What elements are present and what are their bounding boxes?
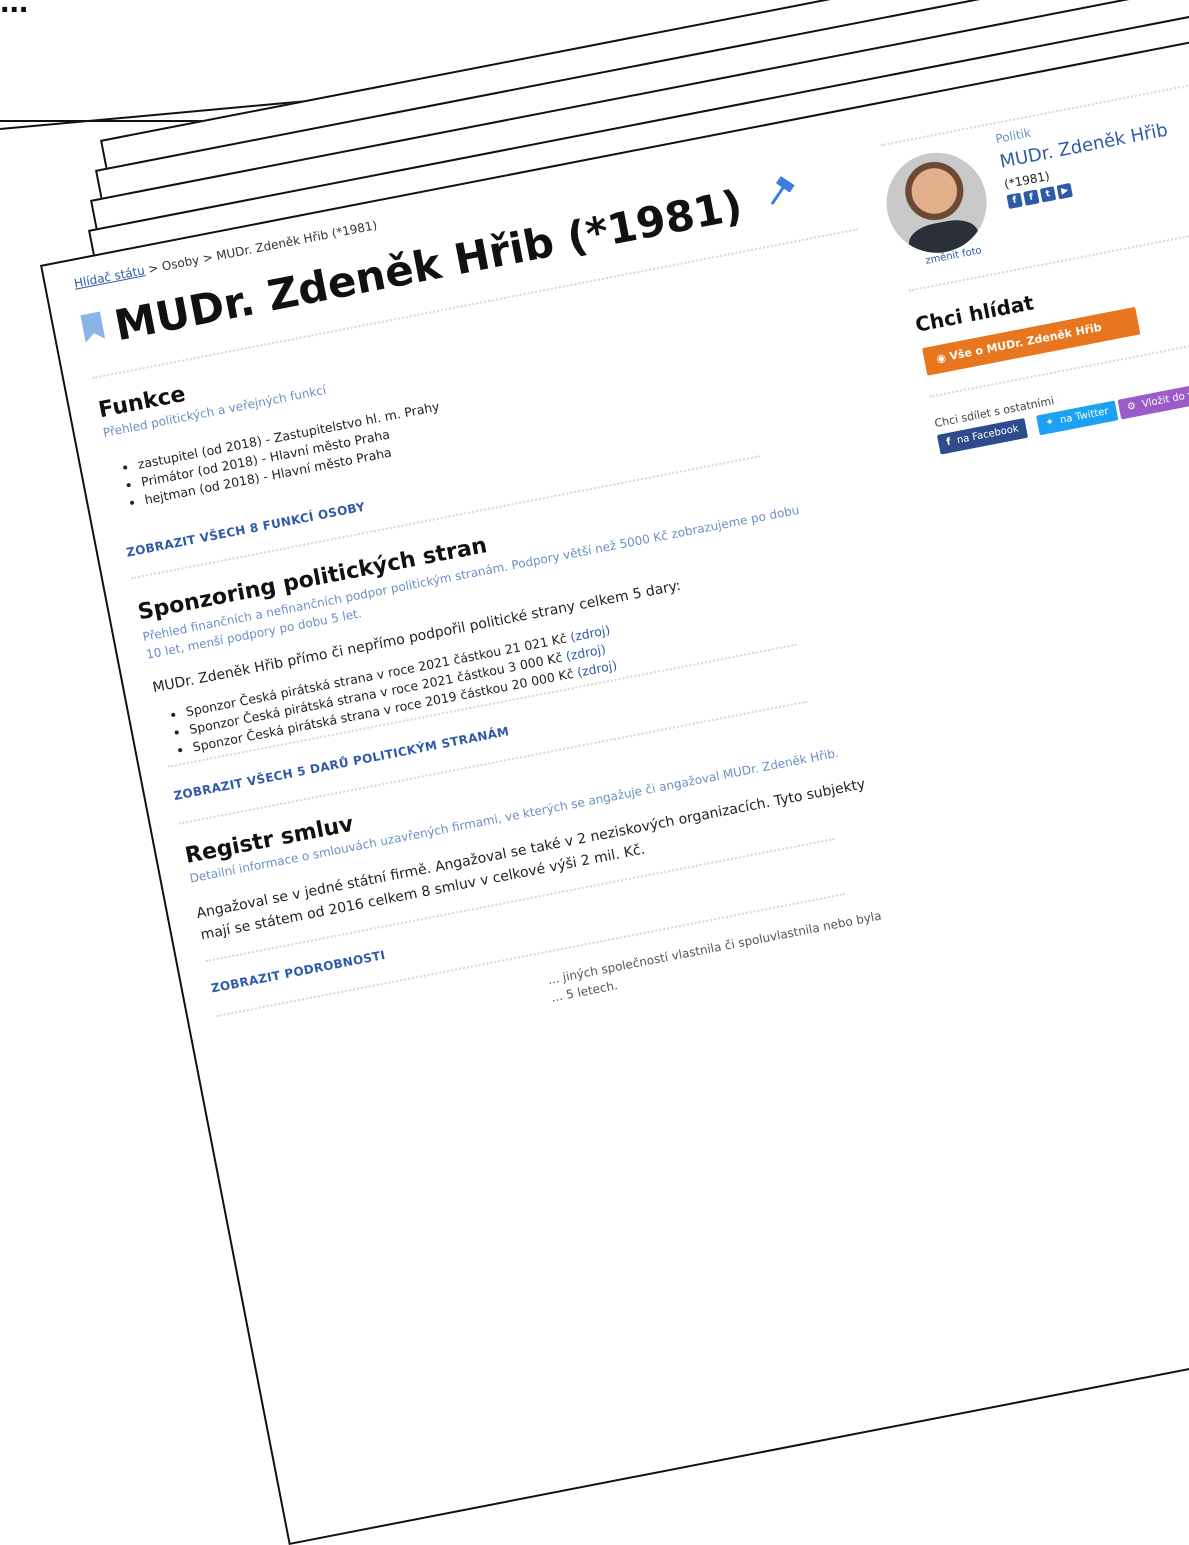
embed-button[interactable]: ⚙ Vložit do vlastní stránky: [1117, 371, 1189, 420]
youtube-icon[interactable]: ▶: [1056, 182, 1073, 200]
share-twitter-label: na Twitter: [1059, 405, 1110, 427]
gavel-icon: [762, 164, 801, 218]
facebook-icon[interactable]: f: [1023, 189, 1040, 206]
top-heading: ...: [0, 0, 29, 20]
embed-icon: ⚙: [1126, 400, 1138, 414]
embed-label: Vložit do vlastní stránky: [1141, 376, 1189, 411]
registr-summary-1: Angažoval se v jedné státní firmě. Angaž…: [195, 776, 867, 922]
breadcrumb-home-link[interactable]: Hlídač státu: [73, 263, 146, 290]
bookmark-icon[interactable]: [80, 311, 105, 342]
politician-role: Politik: [994, 125, 1033, 147]
share-facebook-label: na Facebook: [956, 423, 1020, 447]
facebook-icon[interactable]: f: [1006, 192, 1023, 210]
twitter-icon: ✦: [1044, 416, 1056, 429]
breadcrumb-separator: >: [147, 260, 160, 277]
show-all-functions-link[interactable]: ZOBRAZIT VŠECH 8 FUNKCÍ OSOBY: [125, 500, 366, 560]
profile-page-sheet: Hlídač státu > Osoby > MUDr. Zdeněk Hřib…: [40, 25, 1189, 1545]
list-item: Sponzor Česká pirátská strana v roce 202…: [188, 639, 615, 739]
profile-page: Hlídač státu > Osoby > MUDr. Zdeněk Hřib…: [42, 28, 1189, 1543]
watch-all-label: Vše o MUDr. Zdeněk Hřib: [948, 320, 1103, 363]
breadcrumb-osoby[interactable]: Osoby: [161, 253, 201, 274]
profile-photo: [877, 144, 996, 262]
facebook-icon: f: [945, 436, 952, 449]
twitter-icon[interactable]: t: [1039, 186, 1057, 203]
eye-icon: ◉: [935, 350, 948, 366]
breadcrumb-separator: >: [201, 250, 215, 266]
